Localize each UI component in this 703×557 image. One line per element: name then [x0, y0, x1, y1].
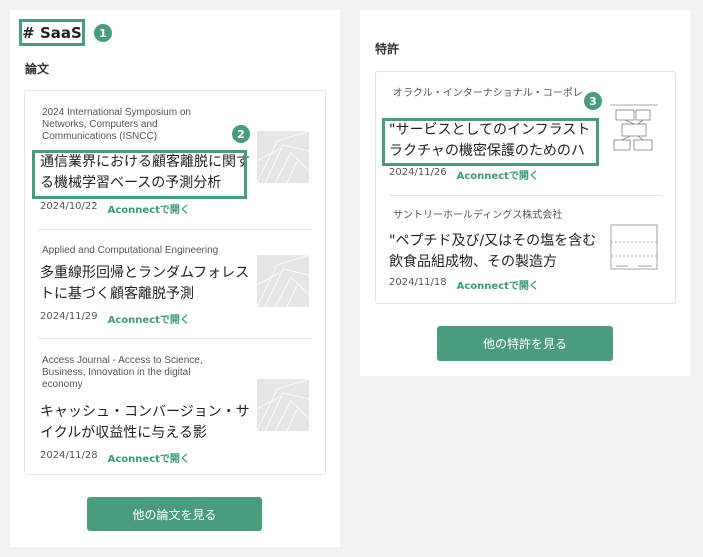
paper-thumbnail — [257, 255, 309, 307]
step-badge-2: 2 — [232, 125, 250, 143]
paper-title-link[interactable]: 多重線形回帰とランダムフォレストに基づく顧客離脱予測 — [40, 263, 250, 305]
patent-date: 2024/11/26 — [389, 167, 447, 178]
paper-date: 2024/11/29 — [40, 311, 98, 322]
paper-meta: 2024/11/29 Aconnectで開く — [40, 311, 190, 326]
paper-date: 2024/10/22 — [40, 201, 98, 212]
paper-source: Access Journal - Access to Science, Busi… — [42, 355, 203, 390]
papers-panel: # SaaS 1 論文 2024 International Symposium… — [10, 10, 340, 547]
patent-item-2[interactable]: サントリーホールディングス株式会社 "ペプチド及び/又はその塩を含む飲食品組成物… — [376, 196, 675, 304]
open-in-aconnect-link[interactable]: Aconnectで開く — [108, 450, 190, 465]
paper-source: 2024 International Symposium on Networks… — [42, 107, 191, 142]
open-in-aconnect-link[interactable]: Aconnectで開く — [108, 311, 190, 326]
step-badge-3: 3 — [584, 92, 602, 110]
open-in-aconnect-link[interactable]: Aconnectで開く — [457, 167, 539, 182]
more-papers-button[interactable]: 他の論文を見る — [87, 497, 262, 531]
patents-section-title: 特許 — [375, 42, 400, 56]
patent-title-link[interactable]: "ペプチド及び/又はその塩を含む飲食品組成物、その製造方 — [389, 231, 601, 273]
patent-assignee: サントリーホールディングス株式会社 — [393, 210, 563, 221]
paper-title-link[interactable]: 通信業界における顧客離脱に関する機械学習ベースの予測分析 — [40, 152, 250, 194]
patent-date: 2024/11/18 — [389, 277, 447, 288]
open-in-aconnect-link[interactable]: Aconnectで開く — [457, 277, 539, 292]
paper-meta: 2024/10/22 Aconnectで開く — [40, 201, 190, 216]
papers-section-title: 論文 — [25, 62, 50, 76]
patent-title-link[interactable]: "サービスとしてのインフラストラクチャの機密保護のためのハ — [389, 120, 601, 162]
patent-meta: 2024/11/18 Aconnectで開く — [389, 277, 539, 292]
paper-item-1[interactable]: 2024 International Symposium on Networks… — [25, 91, 325, 229]
open-in-aconnect-link[interactable]: Aconnectで開く — [108, 201, 190, 216]
patent-assignee: オラクル・インターナショナル・コーポレ — [393, 88, 583, 99]
paper-item-3[interactable]: Access Journal - Access to Science, Busi… — [25, 339, 325, 475]
papers-card: 2024 International Symposium on Networks… — [24, 90, 326, 475]
patent-drawing-thumbnail — [608, 222, 660, 274]
paper-thumbnail — [257, 379, 309, 431]
paper-thumbnail — [257, 131, 309, 183]
patents-panel: 特許 オラクル・インターナショナル・コーポレ "サービスとしてのインフラストラク… — [360, 10, 690, 376]
paper-source: Applied and Computational Engineering — [42, 245, 219, 256]
hashtag-label[interactable]: # SaaS — [19, 19, 85, 46]
paper-meta: 2024/11/28 Aconnectで開く — [40, 450, 190, 465]
patent-drawing-thumbnail — [608, 102, 660, 158]
patents-card: オラクル・インターナショナル・コーポレ "サービスとしてのインフラストラクチャの… — [375, 71, 676, 304]
paper-title-link[interactable]: キャッシュ・コンバージョン・サイクルが収益性に与える影 — [40, 402, 250, 444]
paper-item-2[interactable]: Applied and Computational Engineering 多重… — [25, 230, 325, 338]
paper-date: 2024/11/28 — [40, 450, 98, 461]
step-badge-1: 1 — [94, 24, 112, 42]
more-patents-button[interactable]: 他の特許を見る — [437, 326, 613, 361]
patent-meta: 2024/11/26 Aconnectで開く — [389, 167, 539, 182]
patent-item-1[interactable]: オラクル・インターナショナル・コーポレ "サービスとしてのインフラストラクチャの… — [376, 72, 675, 195]
